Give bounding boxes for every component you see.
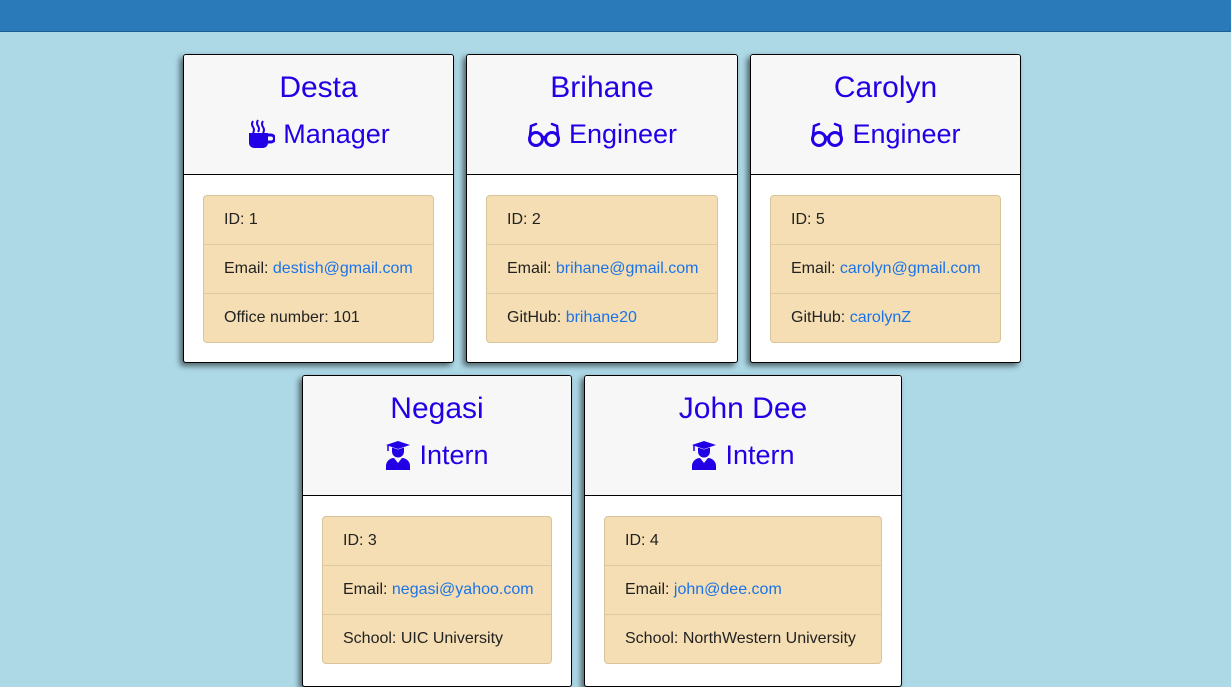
email-item: Email: john@dee.com [605,566,881,615]
school-item: School: UIC University [323,615,551,663]
top-navbar [0,0,1231,32]
info-list: ID: 5 Email: carolyn@gmail.com GitHub: c… [770,195,1001,343]
office-number-label: Office number: [224,309,334,326]
card-header: Negasi Intern [303,376,571,496]
card-header: Brihane Engineer [467,55,737,175]
employee-card-manager: Desta Manager ID: 1 Email: destish@gmail… [183,54,454,363]
id-item: ID: 1 [204,196,433,245]
id-label: ID: [343,532,368,549]
role-label: Engineer [568,119,678,149]
email-item: Email: carolyn@gmail.com [771,245,1000,294]
id-label: ID: [224,211,249,228]
role-label: Engineer [852,119,961,149]
school-label: School: [343,630,401,647]
id-value: 5 [815,211,825,228]
email-label: Email: [343,581,392,598]
graduate-icon [691,440,717,470]
employee-card-intern: Negasi Intern ID: 3 Email: negasi@yahoo.… [302,375,572,687]
employee-role: Intern [303,438,571,472]
office-number-value: 101 [333,309,360,326]
email-label: Email: [791,260,840,277]
email-item: Email: negasi@yahoo.com [323,566,551,615]
card-header: Carolyn Engineer [751,55,1020,175]
card-header: Desta Manager [184,55,453,175]
id-label: ID: [791,211,816,228]
github-item: GitHub: brihane20 [487,294,717,342]
graduate-icon [385,440,411,470]
email-link[interactable]: destish@gmail.com [273,260,413,277]
role-label: Manager [283,119,390,149]
office-number-item: Office number: 101 [204,294,433,342]
employee-card-engineer: Carolyn Engineer ID: 5 Email: carolyn@gm… [750,54,1021,363]
school-label: School: [625,630,683,647]
employee-card-intern: John Dee Intern ID: 4 Email: john@dee.co… [584,375,902,687]
info-list: ID: 3 Email: negasi@yahoo.com School: UI… [322,516,552,664]
employee-name: Carolyn [833,71,938,104]
id-value: 3 [367,532,377,549]
id-item: ID: 3 [323,517,551,566]
email-label: Email: [625,581,674,598]
coffee-icon [247,119,276,149]
school-value: UIC University [400,630,504,647]
employee-role: Engineer [751,117,1020,151]
id-label: ID: [507,211,532,228]
employee-name: Brihane [550,71,654,104]
id-value: 1 [248,211,258,228]
id-label: ID: [625,532,650,549]
id-item: ID: 2 [487,196,717,245]
glasses-icon [527,120,561,148]
github-label: GitHub: [507,309,566,326]
role-label: Intern [725,440,795,470]
id-item: ID: 4 [605,517,881,566]
role-label: Intern [419,440,489,470]
employee-role: Intern [585,438,901,472]
employee-role: Manager [184,117,453,151]
employee-name: John Dee [678,392,808,425]
id-item: ID: 5 [771,196,1000,245]
info-list: ID: 1 Email: destish@gmail.com Office nu… [203,195,434,343]
github-label: GitHub: [791,309,850,326]
email-label: Email: [224,260,273,277]
email-item: Email: destish@gmail.com [204,245,433,294]
github-link[interactable]: carolynZ [850,309,911,326]
employee-role: Engineer [467,117,737,151]
email-link[interactable]: carolyn@gmail.com [840,260,981,277]
email-link[interactable]: john@dee.com [674,581,782,598]
email-label: Email: [507,260,556,277]
card-header: John Dee Intern [585,376,901,496]
employee-card-engineer: Brihane Engineer ID: 2 Email: brihane@gm… [466,54,738,363]
id-value: 4 [649,532,659,549]
school-value: NorthWestern University [682,630,856,647]
github-link[interactable]: brihane20 [566,309,637,326]
id-value: 2 [531,211,541,228]
github-item: GitHub: carolynZ [771,294,1000,342]
employee-name: Desta [279,71,358,104]
info-list: ID: 2 Email: brihane@gmail.com GitHub: b… [486,195,718,343]
email-link[interactable]: brihane@gmail.com [556,260,699,277]
employee-name: Negasi [390,392,484,425]
info-list: ID: 4 Email: john@dee.com School: NorthW… [604,516,882,664]
glasses-icon [810,120,844,148]
school-item: School: NorthWestern University [605,615,881,663]
email-link[interactable]: negasi@yahoo.com [392,581,534,598]
email-item: Email: brihane@gmail.com [487,245,717,294]
